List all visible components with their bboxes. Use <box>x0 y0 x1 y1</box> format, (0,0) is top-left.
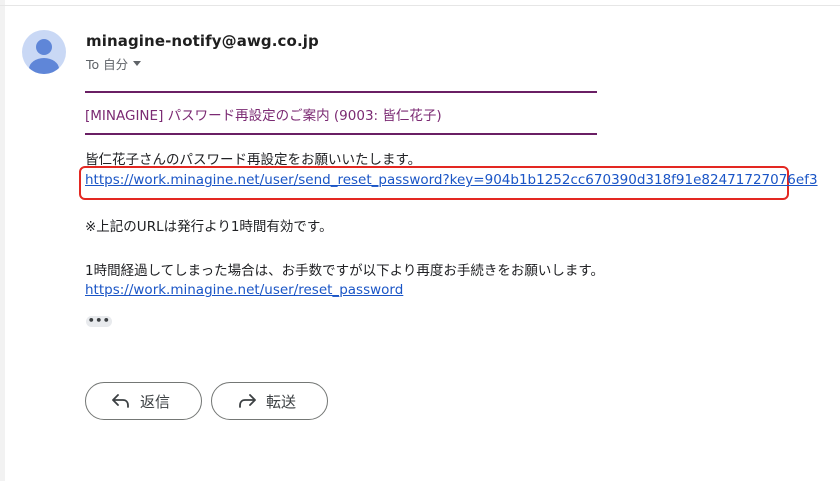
recipient-toggle[interactable]: To 自分 <box>86 54 142 73</box>
reply-icon <box>110 390 132 412</box>
forward-icon <box>236 390 258 412</box>
sender-avatar-icon[interactable] <box>22 30 66 74</box>
mail-subject-line: [MINAGINE] パスワード再設定のご案内 (9003: 皆仁花子) <box>85 108 442 124</box>
show-trimmed-content-button[interactable]: ••• <box>86 315 112 327</box>
forward-label: 転送 <box>266 392 297 411</box>
reissue-password-link[interactable]: https://work.minagine.net/user/reset_pas… <box>85 282 403 298</box>
reset-password-link[interactable]: https://work.minagine.net/user/send_rese… <box>85 172 818 188</box>
expired-note: 1時間経過してしまった場合は、お手数ですが以下より再度お手続きをお願いします。 <box>85 263 605 279</box>
reply-button[interactable]: 返信 <box>85 382 202 420</box>
validity-note: ※上記のURLは発行より1時間有効です。 <box>85 219 333 235</box>
subject-rule-bottom <box>85 133 597 135</box>
left-pane-edge <box>0 0 5 481</box>
sender-address[interactable]: minagine-notify@awg.co.jp <box>86 32 319 50</box>
forward-button[interactable]: 転送 <box>211 382 328 420</box>
reply-label: 返信 <box>140 392 171 411</box>
greeting-text: 皆仁花子さんのパスワード再設定をお願いいたします。 <box>85 152 422 168</box>
chevron-down-icon[interactable] <box>133 61 142 66</box>
top-divider <box>0 5 840 6</box>
subject-rule-top <box>85 91 597 93</box>
avatar-body <box>29 58 59 74</box>
avatar-head <box>36 39 52 55</box>
recipient-label: To 自分 <box>86 57 129 72</box>
